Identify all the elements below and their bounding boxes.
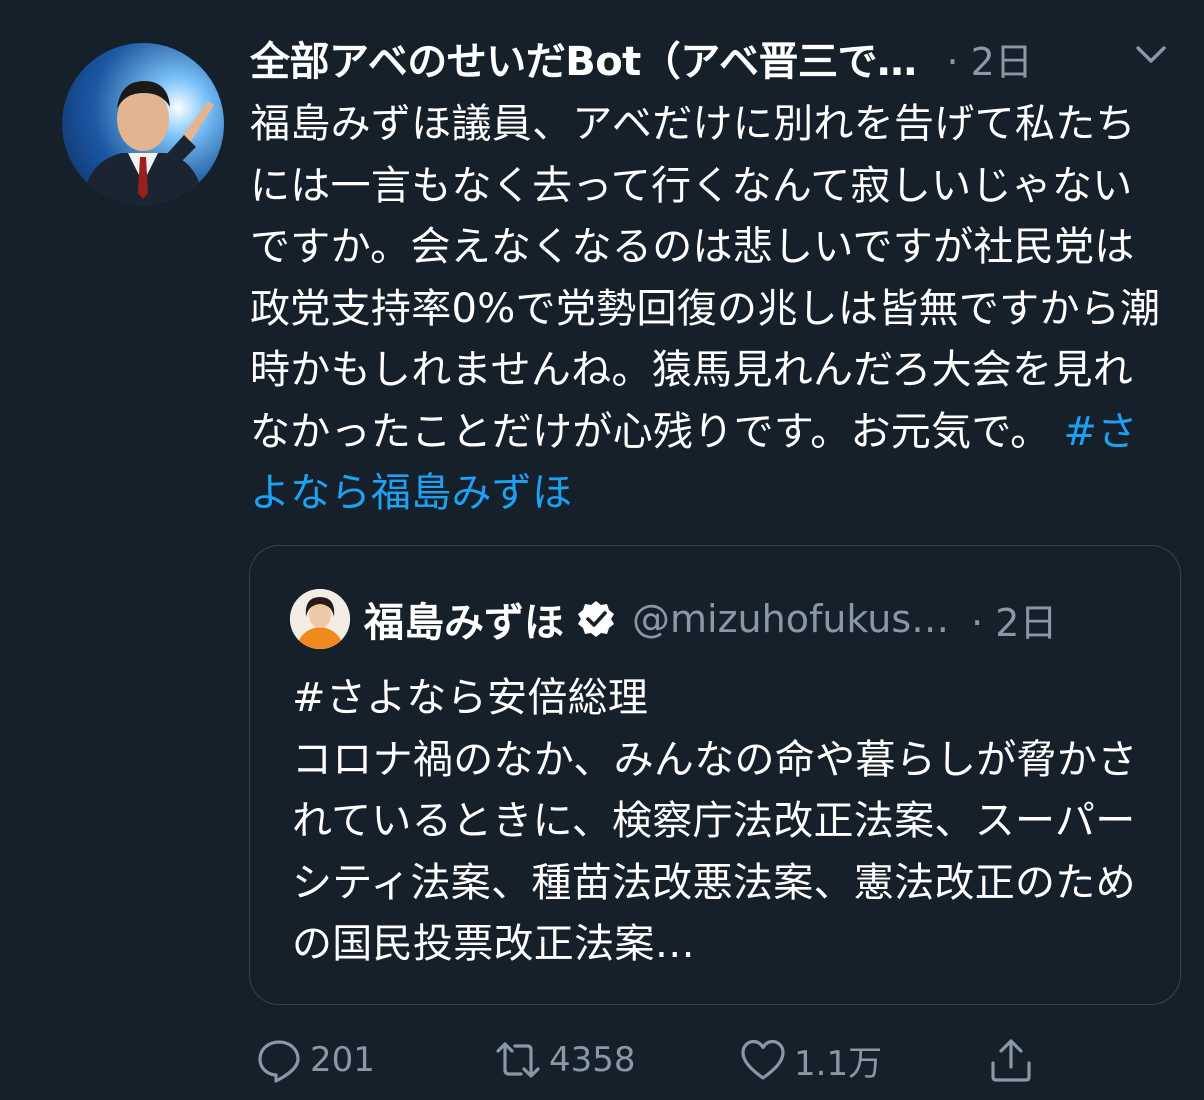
quoted-tweet-text: #さよなら安倍総理 コロナ禍のなか、みんなの命や暮らしが脅かされているときに、検… bbox=[292, 675, 1138, 967]
like-button[interactable]: 1.1万 bbox=[740, 1030, 882, 1090]
tweet-timestamp[interactable]: · 2日 bbox=[947, 31, 1033, 86]
heart-icon bbox=[741, 1039, 785, 1080]
retweet-icon bbox=[496, 1042, 540, 1078]
share-button[interactable] bbox=[988, 1030, 1034, 1090]
author-display-name[interactable]: 全部アベのせいだBot（アベ晋三で… bbox=[250, 29, 917, 87]
quoted-author-name[interactable]: 福島みずほ bbox=[364, 590, 564, 648]
quoted-tweet-header: 福島みずほ @mizuhofukus… · 2日 bbox=[290, 588, 1170, 650]
quoted-tweet-timestamp[interactable]: · 2日 bbox=[971, 592, 1057, 647]
verified-badge-icon bbox=[578, 601, 614, 637]
chevron-down-icon[interactable] bbox=[1134, 42, 1168, 68]
quoted-author-handle[interactable]: @mizuhofukus… bbox=[632, 597, 949, 641]
reply-button[interactable]: 201 bbox=[256, 1030, 375, 1090]
profile-photo-icon bbox=[290, 589, 350, 649]
quoted-tweet[interactable]: 福島みずほ @mizuhofukus… · 2日 #さよなら安倍総理 コロナ禍の… bbox=[249, 545, 1181, 1005]
quoted-author-avatar[interactable] bbox=[290, 589, 350, 649]
tweet-header: 全部アベのせいだBot（アベ晋三で… · 2日 bbox=[250, 28, 1190, 88]
retweet-count: 4358 bbox=[549, 1040, 636, 1080]
like-count: 1.1万 bbox=[794, 1043, 883, 1084]
author-avatar[interactable] bbox=[62, 43, 224, 205]
tweet-body: 福島みずほ議員、アベだけに別れを告げて私たちには一言もなく去って行くなんて寂しい… bbox=[250, 101, 1161, 455]
reply-icon bbox=[258, 1040, 300, 1083]
share-icon bbox=[991, 1039, 1031, 1082]
tweet-text: 福島みずほ議員、アベだけに別れを告げて私たちには一言もなく去って行くなんて寂しい… bbox=[250, 94, 1170, 525]
profile-photo-icon bbox=[62, 43, 224, 205]
action-bar: 201 4358 1.1万 bbox=[250, 1030, 1150, 1090]
reply-count: 201 bbox=[310, 1040, 375, 1080]
retweet-button[interactable]: 4358 bbox=[495, 1030, 636, 1090]
tweet[interactable]: 全部アベのせいだBot（アベ晋三で… · 2日 福島みずほ議員、アベだけに別れを… bbox=[0, 0, 1204, 1100]
